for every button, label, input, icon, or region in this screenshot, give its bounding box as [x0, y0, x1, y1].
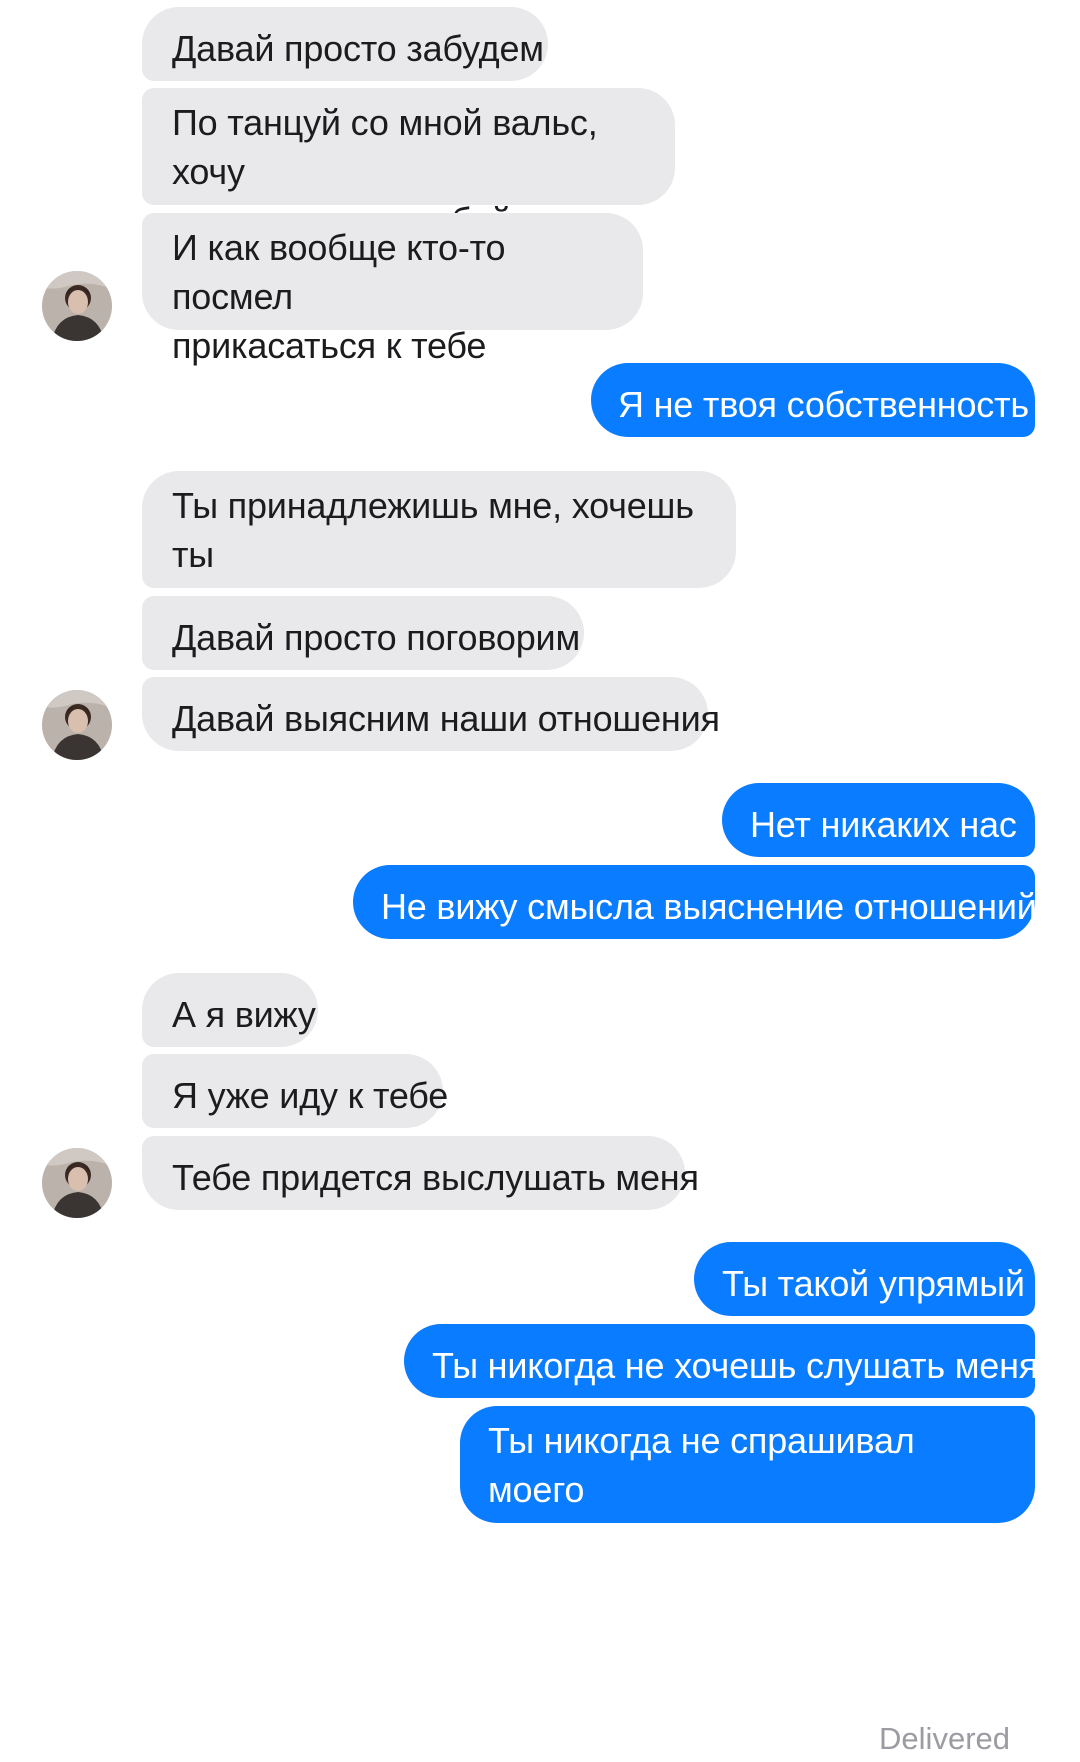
incoming-message-bubble[interactable]: По танцуй со мной вальс, хочу потанцеват…: [142, 88, 675, 241]
contact-avatar-icon: [42, 271, 112, 341]
outgoing-message-bubble[interactable]: Ты никогда не спрашивал моего мнения: [460, 1406, 1035, 1559]
outgoing-message-bubble[interactable]: Ты никогда не хочешь слушать меня: [404, 1324, 1038, 1398]
incoming-message-bubble[interactable]: Давай просто забудем: [142, 7, 548, 81]
outgoing-message-bubble[interactable]: Ты такой упрямый: [694, 1242, 1035, 1316]
outgoing-message-bubble[interactable]: Нет никаких нас: [722, 783, 1035, 857]
incoming-message-bubble[interactable]: Давай просто поговорим: [142, 596, 584, 670]
contact-avatar[interactable]: [42, 690, 112, 760]
contact-avatar[interactable]: [42, 271, 112, 341]
incoming-message-bubble[interactable]: А я вижу: [142, 973, 318, 1047]
contact-avatar-icon: [42, 1148, 112, 1218]
outgoing-message-bubble[interactable]: Не вижу смысла выяснение отношений: [353, 865, 1037, 939]
incoming-message-bubble[interactable]: Ты принадлежишь мне, хочешь ты этого или…: [142, 471, 736, 624]
contact-avatar-icon: [42, 690, 112, 760]
delivery-status: Delivered: [879, 1721, 1010, 1756]
incoming-message-bubble[interactable]: Я уже иду к тебе: [142, 1054, 448, 1128]
incoming-message-bubble[interactable]: И как вообще кто-то посмел прикасаться к…: [142, 213, 643, 366]
contact-avatar[interactable]: [42, 1148, 112, 1218]
outgoing-message-bubble[interactable]: Я не твоя собственность: [591, 363, 1035, 437]
incoming-message-bubble[interactable]: Тебе придется выслушать меня: [142, 1136, 699, 1210]
incoming-message-bubble[interactable]: Давай выясним наши отношения: [142, 677, 720, 751]
